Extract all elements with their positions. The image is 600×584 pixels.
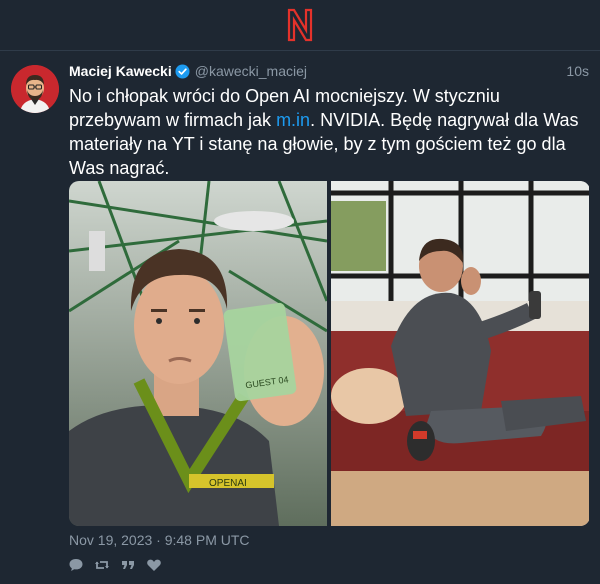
retweet-icon[interactable]: [94, 557, 110, 573]
photo-man-on-sofa[interactable]: [331, 181, 589, 526]
tweet-date[interactable]: Nov 19, 2023 · 9:48 PM UTC: [69, 532, 250, 548]
tweet: Maciej Kawecki @kawecki_maciej 10s No i …: [0, 51, 600, 584]
tweet-actions: [68, 557, 162, 573]
like-icon[interactable]: [146, 557, 162, 573]
reply-icon[interactable]: [68, 557, 84, 573]
quote-icon[interactable]: [120, 557, 136, 573]
timestamp-relative[interactable]: 10s: [566, 63, 589, 79]
top-bar: [0, 0, 600, 51]
author-name[interactable]: Maciej Kawecki: [69, 63, 172, 79]
n-logo-icon[interactable]: [285, 8, 315, 42]
tweet-text: No i chłopak wróci do Open AI mocniejszy…: [69, 84, 579, 180]
media-gallery: OPENAI GUEST 04: [69, 181, 590, 526]
photo-man-with-badge[interactable]: OPENAI GUEST 04: [69, 181, 327, 526]
lanyard-text: OPENAI: [209, 478, 247, 489]
tweet-link[interactable]: m.in: [276, 110, 310, 130]
tweet-header: Maciej Kawecki @kawecki_maciej 10s: [69, 61, 589, 81]
verified-badge-icon: [175, 63, 190, 79]
author-handle[interactable]: @kawecki_maciej: [195, 63, 307, 79]
avatar[interactable]: [11, 65, 59, 113]
